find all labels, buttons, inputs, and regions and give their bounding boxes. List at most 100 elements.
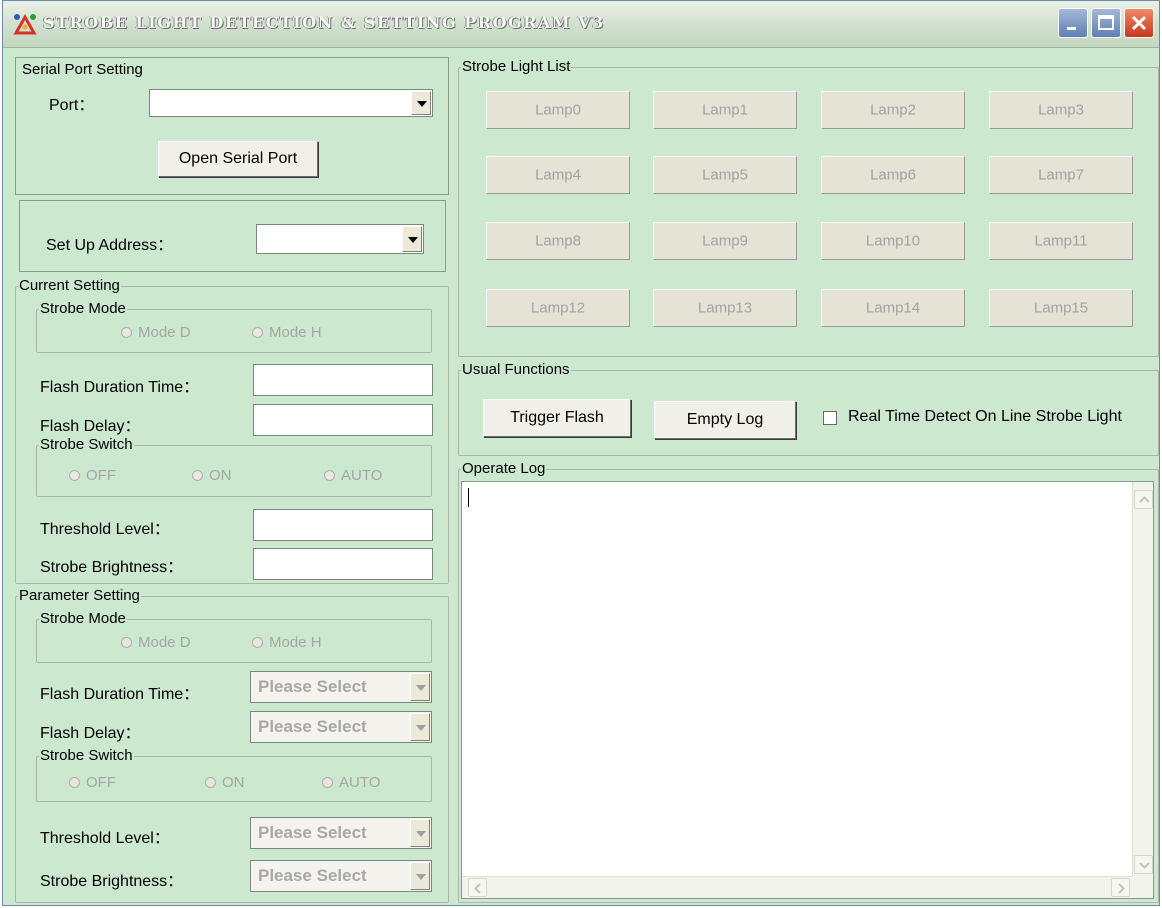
trigger-flash-button[interactable]: Trigger Flash	[483, 399, 631, 437]
realtime-detect-label: Real Time Detect On Line Strobe Light	[848, 408, 1122, 425]
current-strobe-mode-legend: Strobe Mode	[39, 299, 127, 319]
title-bar[interactable]: STROBE LIGHT DETECTION & SETTING PROGRAM…	[3, 1, 1159, 48]
scroll-right-button[interactable]	[1111, 878, 1130, 897]
lamp-button-8[interactable]: Lamp8	[486, 222, 630, 260]
param-mode-h-radio[interactable]: Mode H	[252, 634, 322, 651]
current-brightness-field[interactable]	[253, 548, 433, 580]
param-brightness-label: Strobe Brightness：	[40, 873, 184, 890]
lamp-button-14[interactable]: Lamp14	[821, 289, 965, 327]
radio-icon	[252, 637, 263, 648]
usual-functions-group: Usual Functions Trigger Flash Empty Log …	[458, 360, 1159, 456]
strobe-light-list-group: Strobe Light List Lamp0 Lamp1 Lamp2 Lamp…	[458, 57, 1159, 357]
chevron-down-icon	[417, 101, 427, 107]
radio-icon	[205, 777, 216, 788]
param-brightness-dropdown[interactable]	[410, 862, 430, 890]
current-flash-duration-field[interactable]	[253, 364, 433, 396]
lamp-button-9[interactable]: Lamp9	[653, 222, 797, 260]
lamp-button-7[interactable]: Lamp7	[989, 156, 1133, 194]
lamp-button-15[interactable]: Lamp15	[989, 289, 1133, 327]
lamp-button-11[interactable]: Lamp11	[989, 222, 1133, 260]
lamp-button-6[interactable]: Lamp6	[821, 156, 965, 194]
port-select[interactable]	[149, 89, 433, 117]
lamp-button-2[interactable]: Lamp2	[821, 91, 965, 129]
param-threshold-dropdown[interactable]	[410, 819, 430, 847]
lamp-button-1[interactable]: Lamp1	[653, 91, 797, 129]
empty-log-button[interactable]: Empty Log	[654, 401, 796, 439]
lamp-button-13[interactable]: Lamp13	[653, 289, 797, 327]
strobe-light-list-legend: Strobe Light List	[461, 57, 572, 77]
close-button[interactable]	[1124, 8, 1154, 38]
param-brightness-select[interactable]: Please Select	[250, 860, 432, 892]
current-on-radio[interactable]: ON	[192, 467, 232, 484]
address-select[interactable]	[256, 224, 424, 254]
param-strobe-switch-group: Strobe Switch OFF ON AUTO	[36, 746, 432, 802]
current-strobe-switch-group: Strobe Switch OFF ON AUTO	[36, 435, 432, 497]
scroll-corner	[1132, 876, 1153, 898]
param-on-radio[interactable]: ON	[205, 774, 245, 791]
chevron-down-icon	[408, 237, 418, 243]
param-strobe-switch-legend: Strobe Switch	[39, 746, 134, 766]
param-flash-delay-dropdown[interactable]	[410, 713, 430, 741]
chevron-down-icon	[1139, 862, 1150, 869]
current-setting-group: Current Setting Strobe Mode Mode D Mode …	[15, 276, 449, 584]
param-auto-radio[interactable]: AUTO	[322, 774, 380, 791]
maximize-button[interactable]	[1091, 8, 1121, 38]
radio-icon	[252, 327, 263, 338]
param-flash-delay-label: Flash Delay：	[40, 725, 141, 742]
lamp-button-3[interactable]: Lamp3	[989, 91, 1133, 129]
realtime-detect-checkbox[interactable]	[823, 411, 837, 425]
port-dropdown-button[interactable]	[411, 91, 431, 115]
current-mode-h-radio[interactable]: Mode H	[252, 324, 322, 341]
param-flash-delay-select[interactable]: Please Select	[250, 711, 432, 743]
address-panel: Set Up Address：	[19, 200, 446, 272]
param-mode-d-radio[interactable]: Mode D	[121, 634, 191, 651]
lamp-button-10[interactable]: Lamp10	[821, 222, 965, 260]
current-auto-radio[interactable]: AUTO	[324, 467, 382, 484]
scroll-down-button[interactable]	[1134, 855, 1153, 874]
lamp-button-0[interactable]: Lamp0	[486, 91, 630, 129]
param-flash-duration-value: Please Select	[258, 677, 367, 696]
main-window: STROBE LIGHT DETECTION & SETTING PROGRAM…	[2, 0, 1160, 906]
param-threshold-label: Threshold Level：	[40, 830, 170, 847]
usual-functions-legend: Usual Functions	[461, 360, 571, 380]
operate-log-textarea[interactable]	[461, 481, 1154, 899]
lamp-button-12[interactable]: Lamp12	[486, 289, 630, 327]
maximize-icon	[1098, 15, 1114, 30]
radio-icon	[69, 777, 80, 788]
param-off-radio[interactable]: OFF	[69, 774, 116, 791]
current-mode-d-radio[interactable]: Mode D	[121, 324, 191, 341]
param-brightness-value: Please Select	[258, 866, 367, 885]
address-dropdown-button[interactable]	[402, 226, 422, 252]
scroll-up-button[interactable]	[1134, 490, 1153, 509]
param-threshold-select[interactable]: Please Select	[250, 817, 432, 849]
current-off-radio[interactable]: OFF	[69, 467, 116, 484]
current-threshold-field[interactable]	[253, 509, 433, 541]
current-strobe-switch-legend: Strobe Switch	[39, 435, 134, 455]
current-brightness-label: Strobe Brightness：	[40, 559, 184, 576]
app-logo-icon	[13, 13, 37, 35]
current-flash-delay-field[interactable]	[253, 404, 433, 436]
scroll-left-button[interactable]	[468, 878, 487, 897]
parameter-setting-legend: Parameter Setting	[18, 586, 141, 606]
log-vertical-scrollbar[interactable]	[1132, 482, 1153, 876]
radio-icon	[322, 777, 333, 788]
param-flash-duration-select[interactable]: Please Select	[250, 671, 432, 703]
current-flash-duration-label: Flash Duration Time：	[40, 379, 200, 396]
minimize-icon	[1067, 27, 1076, 30]
chevron-up-icon	[1139, 496, 1150, 503]
param-strobe-mode-group: Strobe Mode Mode D Mode H	[36, 609, 432, 663]
log-horizontal-scrollbar[interactable]	[462, 876, 1132, 898]
chevron-down-icon	[416, 874, 426, 880]
radio-icon	[192, 470, 203, 481]
current-setting-legend: Current Setting	[18, 276, 121, 296]
lamp-button-5[interactable]: Lamp5	[653, 156, 797, 194]
chevron-down-icon	[416, 725, 426, 731]
param-flash-duration-label: Flash Duration Time：	[40, 686, 200, 703]
close-icon	[1131, 15, 1147, 31]
lamp-button-4[interactable]: Lamp4	[486, 156, 630, 194]
parameter-setting-group: Parameter Setting Strobe Mode Mode D Mod…	[15, 586, 449, 903]
minimize-button[interactable]	[1058, 8, 1088, 38]
open-serial-port-button[interactable]: Open Serial Port	[158, 141, 318, 177]
param-flash-duration-dropdown[interactable]	[410, 673, 430, 701]
radio-icon	[324, 470, 335, 481]
